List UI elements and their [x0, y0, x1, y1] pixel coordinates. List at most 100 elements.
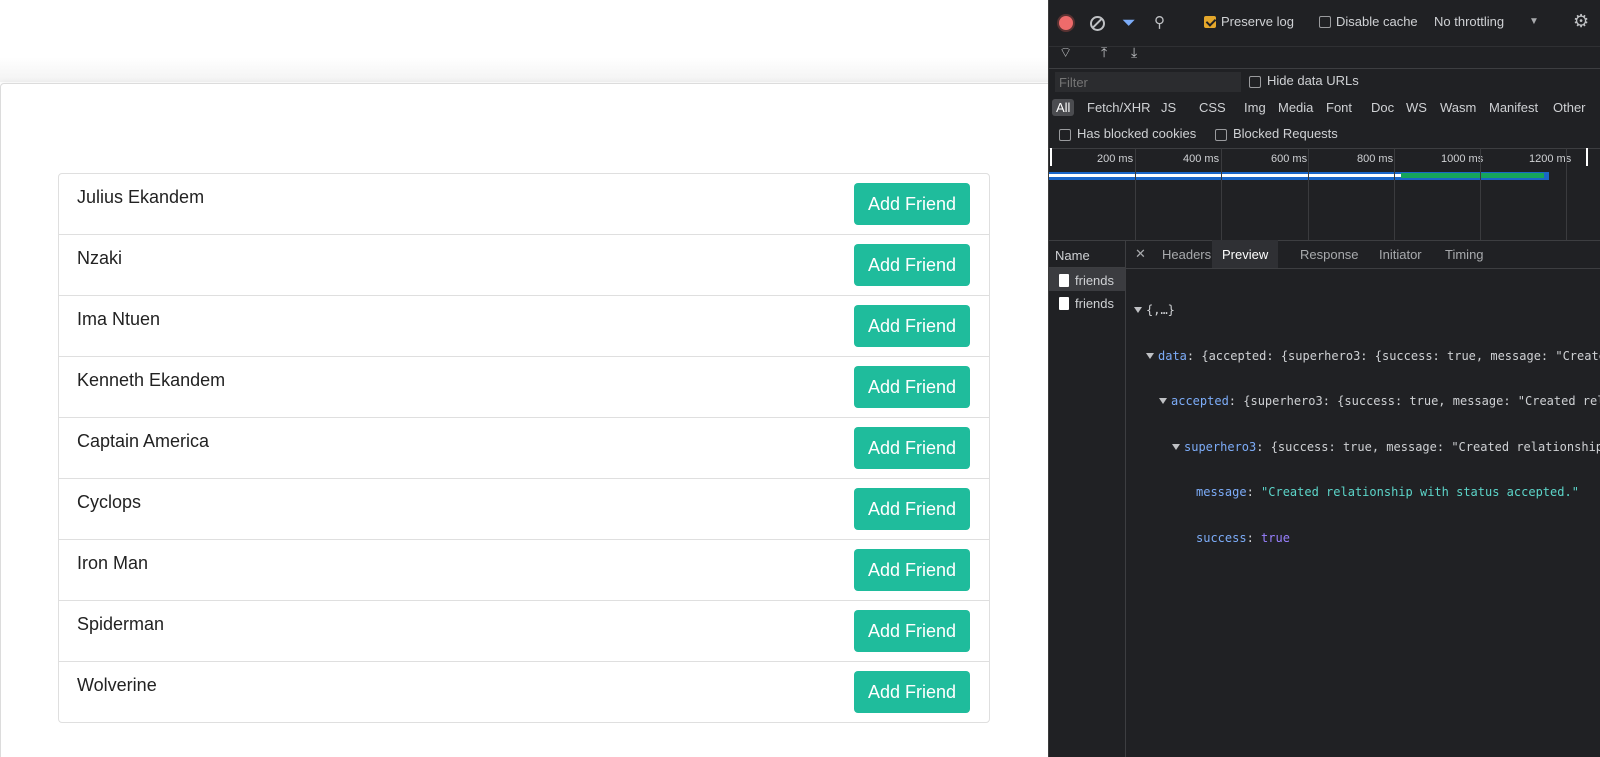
filter-input[interactable] — [1055, 72, 1241, 92]
type-filter-font[interactable]: Font — [1326, 100, 1352, 115]
disable-cache-checkbox[interactable] — [1319, 14, 1331, 29]
blocked-requests-checkbox[interactable] — [1215, 127, 1227, 142]
type-filter-img[interactable]: Img — [1244, 100, 1266, 115]
app-top-area — [0, 0, 1048, 82]
tab-response[interactable]: Response — [1300, 247, 1359, 262]
resource-type-filters: All Fetch/XHR JS CSS Img Media Font Doc WS Wasm Ma… — [1049, 95, 1600, 121]
add-friend-button[interactable]: Add Friend — [854, 305, 970, 347]
json-key: accepted — [1171, 394, 1229, 408]
tab-initiator[interactable]: Initiator — [1379, 247, 1422, 262]
devtools-network-panel: ⏷ ⚲ Preserve log Disable cache No thrott… — [1048, 0, 1600, 757]
add-friend-button[interactable]: Add Friend — [854, 610, 970, 652]
json-data-node[interactable]: data: {accepted: {superhero3: {success: … — [1126, 348, 1600, 366]
json-value: : {superhero3: {success: true, message: … — [1228, 394, 1600, 408]
type-filter-fetch-xhr[interactable]: Fetch/XHR — [1087, 100, 1151, 115]
network-toolbar: ⏷ ⚲ Preserve log Disable cache No thrott… — [1049, 0, 1600, 47]
request-detail-panel: ✕ Headers Preview Response Initiator Timing … — [1126, 240, 1600, 757]
document-icon — [1059, 297, 1069, 310]
filter-icon[interactable]: ⏷ — [1122, 13, 1136, 33]
tab-timing[interactable]: Timing — [1445, 247, 1484, 262]
json-bool-value: true — [1261, 530, 1290, 545]
request-row[interactable]: friends — [1049, 291, 1125, 314]
json-preview: {,…} data: {accepted: {superhero3: {succ… — [1126, 274, 1600, 575]
friend-name: Ima Ntuen — [77, 309, 161, 329]
friend-row: Kenneth Ekandem Add Friend — [59, 356, 989, 417]
upload-icon[interactable]: ⤒ — [1101, 44, 1107, 61]
blocked-requests-label: Blocked Requests — [1233, 126, 1338, 141]
disable-cache-label: Disable cache — [1336, 14, 1418, 29]
friend-list: Julius Ekandem Add Friend Nzaki Add Friend I… — [58, 173, 990, 723]
friend-row: Nzaki Add Friend — [59, 234, 989, 295]
timeline-gridline — [1394, 148, 1395, 240]
timeline-tick-label: 600 ms — [1271, 153, 1308, 165]
json-success-node: success: true — [1196, 530, 1290, 545]
waterfall-bar-waiting — [1049, 174, 1401, 177]
timeline-tick-label: 800 ms — [1357, 153, 1394, 165]
add-friend-button[interactable]: Add Friend — [854, 488, 970, 530]
json-key: message — [1196, 485, 1247, 499]
preserve-log-label: Preserve log — [1221, 14, 1294, 29]
add-friend-button[interactable]: Add Friend — [854, 427, 970, 469]
search-icon[interactable]: ⚲ — [1154, 13, 1165, 31]
chevron-down-icon[interactable]: ▼ — [1529, 16, 1539, 27]
download-icon[interactable]: ⤓ — [1131, 44, 1137, 61]
type-filter-all[interactable]: All — [1052, 99, 1075, 116]
friend-row: Ima Ntuen Add Friend — [59, 295, 989, 356]
gear-icon[interactable]: ⚙ — [1573, 11, 1589, 32]
timeline-end-handle[interactable] — [1586, 148, 1588, 166]
request-name-column: Name friends friends — [1049, 240, 1126, 757]
request-name: friends — [1075, 273, 1115, 288]
request-row[interactable]: friends — [1049, 268, 1125, 291]
json-key: data — [1158, 348, 1187, 363]
tab-headers[interactable]: Headers — [1162, 247, 1211, 262]
friend-name: Cyclops — [77, 492, 142, 512]
add-friend-button[interactable]: Add Friend — [854, 366, 970, 408]
record-icon[interactable] — [1059, 16, 1073, 30]
request-name: friends — [1075, 296, 1115, 311]
friend-name: Iron Man — [77, 553, 149, 573]
network-toolbar-secondary: ⌔ ⤒ ⤓ — [1049, 44, 1600, 69]
network-conditions-icon[interactable]: ⌔ — [1059, 44, 1072, 62]
name-column-header[interactable]: Name — [1049, 240, 1125, 268]
throttling-select[interactable]: No throttling — [1434, 14, 1504, 29]
json-root-label: {,…} — [1146, 303, 1175, 317]
type-filter-wasm[interactable]: Wasm — [1440, 100, 1476, 115]
timeline-tick-label: 1000 ms — [1441, 153, 1484, 165]
type-filter-js[interactable]: JS — [1161, 100, 1176, 115]
type-filter-other[interactable]: Other — [1553, 100, 1586, 115]
json-value: : {accepted: {superhero3: {success: true… — [1186, 348, 1600, 363]
json-root[interactable]: {,…} — [1126, 302, 1600, 320]
add-friend-button[interactable]: Add Friend — [854, 244, 970, 286]
filter-row: Hide data URLs — [1049, 69, 1600, 95]
close-icon[interactable]: ✕ — [1135, 246, 1146, 262]
waterfall-bar-download — [1401, 173, 1544, 178]
type-filter-ws[interactable]: WS — [1406, 100, 1427, 115]
detail-tabs: ✕ Headers Preview Response Initiator Timing — [1126, 240, 1600, 269]
has-blocked-cookies-checkbox[interactable] — [1059, 127, 1071, 142]
timeline-start-handle[interactable] — [1050, 148, 1052, 166]
json-string-value: "Created relationship with status accept… — [1261, 485, 1579, 499]
friend-row: Iron Man Add Friend — [59, 539, 989, 600]
friend-name: Nzaki — [77, 248, 123, 268]
add-friend-button[interactable]: Add Friend — [854, 549, 970, 591]
timeline-gridline — [1135, 148, 1136, 240]
hide-data-urls-label: Hide data URLs — [1267, 73, 1359, 88]
friend-name: Captain America — [77, 431, 210, 451]
friend-row: Cyclops Add Friend — [59, 478, 989, 539]
friend-name: Kenneth Ekandem — [77, 370, 226, 390]
preserve-log-checkbox[interactable] — [1204, 14, 1216, 29]
type-filter-css[interactable]: CSS — [1199, 100, 1226, 115]
json-accepted-node[interactable]: accepted: {superhero3: {success: true, m… — [1126, 393, 1600, 411]
add-friend-button[interactable]: Add Friend — [854, 671, 970, 713]
type-filter-manifest[interactable]: Manifest — [1489, 100, 1538, 115]
json-superhero-node[interactable]: superhero3: {success: true, message: "Cr… — [1126, 439, 1600, 457]
hide-data-urls-checkbox[interactable] — [1249, 74, 1261, 89]
timeline-tick-label: 200 ms — [1097, 153, 1134, 165]
tab-preview[interactable]: Preview — [1212, 240, 1279, 268]
network-overview-timeline[interactable]: 200 ms 400 ms 600 ms 800 ms 1000 ms 1200 ms — [1049, 148, 1600, 241]
type-filter-media[interactable]: Media — [1278, 100, 1313, 115]
friend-name: Julius Ekandem — [77, 187, 205, 207]
blocked-filters: Has blocked cookies Blocked Requests — [1049, 122, 1600, 149]
add-friend-button[interactable]: Add Friend — [854, 183, 970, 225]
type-filter-doc[interactable]: Doc — [1371, 100, 1394, 115]
